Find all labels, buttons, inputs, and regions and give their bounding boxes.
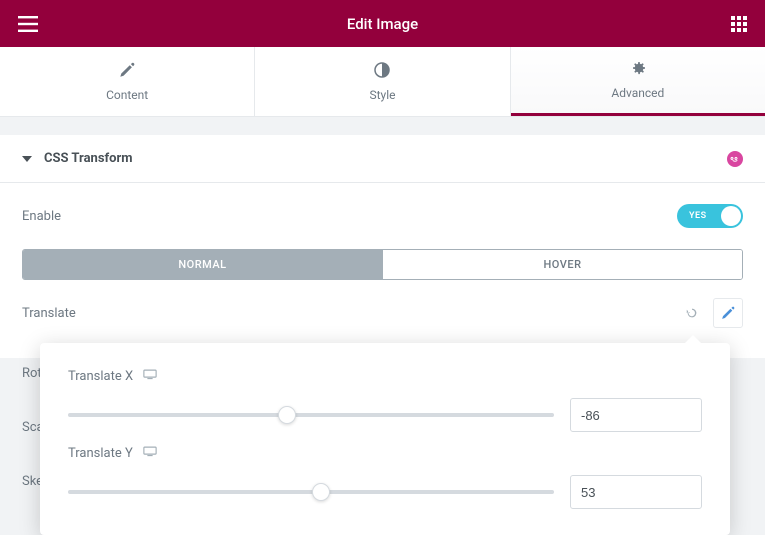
translate-row: Translate (22, 298, 743, 328)
translate-y-input[interactable] (570, 475, 702, 509)
editor-tabs: Content Style Advanced (0, 47, 765, 117)
translate-x-input[interactable] (570, 398, 702, 432)
tab-label: Content (106, 88, 148, 102)
tab-content[interactable]: Content (0, 47, 255, 116)
reset-button[interactable] (677, 298, 707, 328)
slider-track (68, 413, 554, 417)
slider-thumb[interactable] (312, 483, 330, 501)
app-header: Edit Image (0, 0, 765, 47)
caret-down-icon (22, 156, 32, 162)
pencil-icon (119, 62, 135, 82)
enable-toggle[interactable]: YES (677, 204, 743, 228)
tab-label: Style (369, 88, 395, 102)
contrast-icon (374, 62, 390, 82)
section-header[interactable]: CSS Transform (0, 135, 765, 183)
state-normal-button[interactable]: NORMAL (23, 250, 383, 279)
state-segmented: NORMAL HOVER (22, 249, 743, 280)
edit-translate-button[interactable] (713, 298, 743, 328)
slider-thumb[interactable] (278, 406, 296, 424)
translate-y-slider[interactable] (68, 482, 554, 502)
gear-icon (630, 60, 646, 80)
toggle-text: YES (689, 211, 707, 221)
state-tabs-row: NORMAL HOVER (22, 249, 743, 280)
translate-popover: Translate X Translate Y (40, 343, 730, 535)
apps-grid-icon[interactable] (731, 16, 747, 32)
menu-icon[interactable] (18, 16, 38, 32)
tab-style[interactable]: Style (255, 47, 510, 116)
section-panel: Enable YES NORMAL HOVER Translate (0, 183, 765, 358)
tab-label: Advanced (611, 86, 664, 100)
toggle-knob (721, 206, 741, 226)
enable-label: Enable (22, 209, 61, 224)
translate-x-slider[interactable] (68, 405, 554, 425)
tab-advanced[interactable]: Advanced (511, 47, 765, 116)
translate-label: Translate (22, 306, 76, 321)
translate-x-label: Translate X (68, 369, 133, 384)
enable-row: Enable YES (22, 201, 743, 231)
popover-arrow (684, 335, 702, 344)
addon-badge-icon (727, 151, 743, 167)
translate-y-label: Translate Y (68, 446, 133, 461)
desktop-icon[interactable] (143, 446, 157, 461)
translate-y-row: Translate Y (68, 446, 702, 509)
state-hover-button[interactable]: HOVER (383, 250, 742, 279)
translate-x-row: Translate X (68, 369, 702, 432)
app-title: Edit Image (347, 15, 418, 33)
section-title: CSS Transform (44, 151, 133, 166)
desktop-icon[interactable] (143, 369, 157, 384)
